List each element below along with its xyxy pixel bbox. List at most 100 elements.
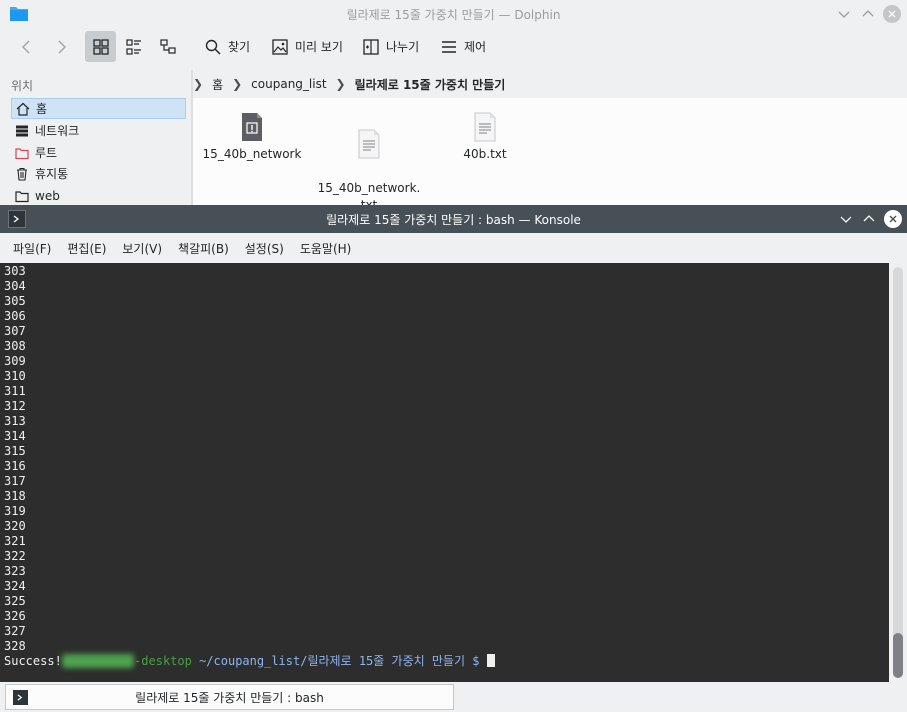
chevron-up-icon [862,10,874,17]
maximize-button[interactable] [859,5,877,23]
split-label: 나누기 [386,40,420,54]
place-home[interactable]: 홈 [11,98,186,119]
terminal-line: 321 [4,534,26,548]
root-folder-icon [15,147,29,159]
folder-icon [15,190,29,202]
maximize-button[interactable] [860,210,878,228]
place-root-label: 루트 [35,146,58,160]
dolphin-window: 릴라제로 15줄 가중치 만들기 — Dolphin 찾기 미리 보기 나누기 … [0,0,907,212]
split-button[interactable]: 나누기 [356,31,425,62]
scrollbar-track[interactable] [893,267,903,678]
file-item[interactable]: 15_40b_network [197,112,307,163]
preview-button[interactable]: 미리 보기 [265,31,349,62]
breadcrumb-current[interactable]: 릴라제로 15줄 가중치 만들기 [355,76,506,93]
file-item[interactable]: 15_40b_network. txt [314,112,424,214]
place-trash[interactable]: 휴지통 [11,163,186,184]
find-button[interactable]: 찾기 [198,31,256,62]
konsole-menubar: 파일(F) 편집(E) 보기(V) 책갈피(B) 설정(S) 도움말(H) [0,235,907,261]
file-name: 40b.txt [463,147,507,161]
konsole-window: 릴라제로 15줄 가중치 만들기 : bash — Konsole 파일(F) … [0,205,907,712]
terminal-line: 320 [4,519,26,533]
terminal-line: 307 [4,324,26,338]
forward-button[interactable] [46,31,76,62]
terminal-tab-label: 릴라제로 15줄 가중치 만들기 : bash [135,690,324,705]
menu-settings[interactable]: 설정(S) [237,240,292,257]
terminal-lines: 303 304 305 306 307 308 309 310 311 312 313 314 315 3… [4,264,495,669]
dolphin-toolbar: 찾기 미리 보기 나누기 제어 [0,28,907,66]
close-icon [888,10,896,18]
terminal-line: 310 [4,369,26,383]
dolphin-titlebar[interactable]: 릴라제로 15줄 가중치 만들기 — Dolphin [0,0,907,28]
terminal-line: 309 [4,354,26,368]
konsole-window-title: 릴라제로 15줄 가중치 만들기 : bash — Konsole [326,213,581,227]
place-network[interactable]: 네트워크 [11,120,186,141]
menu-edit[interactable]: 편집(E) [59,240,114,257]
konsole-titlebar[interactable]: 릴라제로 15줄 가중치 만들기 : bash — Konsole [0,205,907,233]
menu-file[interactable]: 파일(F) [5,240,59,257]
breadcrumb: ❯ 홈 ❯ coupang_list ❯ 릴라제로 15줄 가중치 만들기 [193,70,907,98]
arrow-right-icon [58,40,66,53]
text-cursor [486,654,495,667]
terminal-scrollbar[interactable] [889,263,907,682]
terminal-line: 319 [4,504,26,518]
terminal-line: 314 [4,429,26,443]
place-web-label: web [35,188,60,203]
menu-view[interactable]: 보기(V) [114,240,170,257]
terminal-line: 328 [4,639,26,653]
dolphin-window-title: 릴라제로 15줄 가중치 만들기 — Dolphin [346,8,561,22]
close-icon [889,215,897,223]
close-button[interactable] [883,5,901,23]
breadcrumb-separator[interactable]: ❯ [232,77,242,91]
breadcrumb-separator[interactable]: ❯ [336,77,346,91]
prompt-host: -desktop [134,654,192,668]
terminal-line: 325 [4,594,26,608]
minimize-button[interactable] [837,210,855,228]
place-web[interactable]: web [11,185,186,206]
place-trash-label: 휴지통 [35,167,69,181]
terminal-line: 323 [4,564,26,578]
places-panel: 위치 홈 네트워크 루트 휴지통 web [0,70,191,205]
text-file-icon [474,112,496,142]
network-icon [16,125,28,136]
back-button[interactable] [12,31,42,62]
breadcrumb-folder[interactable]: coupang_list [251,77,326,91]
terminal-line: 316 [4,459,26,473]
trash-icon [17,167,27,181]
breadcrumb-root-chevron[interactable]: ❯ [193,77,203,91]
file-name: 15_40b_network [202,147,302,161]
menu-help[interactable]: 도움말(H) [292,240,360,257]
terminal-line: 322 [4,549,26,563]
terminal-line: 306 [4,309,26,323]
terminal-line: 315 [4,444,26,458]
terminal-line: 318 [4,489,26,503]
place-root[interactable]: 루트 [11,142,186,163]
control-menu-button[interactable]: 제어 [434,31,492,62]
breadcrumb-home[interactable]: 홈 [212,76,223,93]
terminal-line: 311 [4,384,26,398]
details-view-button[interactable] [153,31,183,62]
text-file-icon [358,129,380,159]
file-item[interactable]: 40b.txt [430,112,540,163]
close-button[interactable] [884,210,902,228]
file-view: 15_40b_network 15_40b_network. txt 40b.t… [193,98,907,212]
arrow-left-icon [22,40,30,53]
compact-view-icon [126,38,141,55]
terminal-line: 305 [4,294,26,308]
minimize-button[interactable] [835,5,853,23]
scrollbar-thumb[interactable] [893,633,903,678]
terminal-prompt: Success!userxxxxxx-desktop ~/coupang_lis… [4,654,495,669]
find-label: 찾기 [228,40,251,54]
menu-bookmarks[interactable]: 책갈피(B) [170,240,237,257]
search-icon [205,39,221,55]
hamburger-menu-icon [442,40,456,53]
place-network-label: 네트워크 [35,124,80,138]
terminal-tab[interactable]: 릴라제로 15줄 가중치 만들기 : bash [5,684,454,710]
control-menu-label: 제어 [464,40,487,54]
terminal-line: 327 [4,624,26,638]
icons-view-button[interactable] [85,31,116,62]
tree-view-icon [160,38,176,54]
image-icon [272,38,288,55]
grid-view-icon [92,38,109,55]
compact-view-button[interactable] [119,31,149,62]
terminal-output[interactable]: 303 304 305 306 307 308 309 310 311 312 313 314 315 3… [0,263,889,682]
